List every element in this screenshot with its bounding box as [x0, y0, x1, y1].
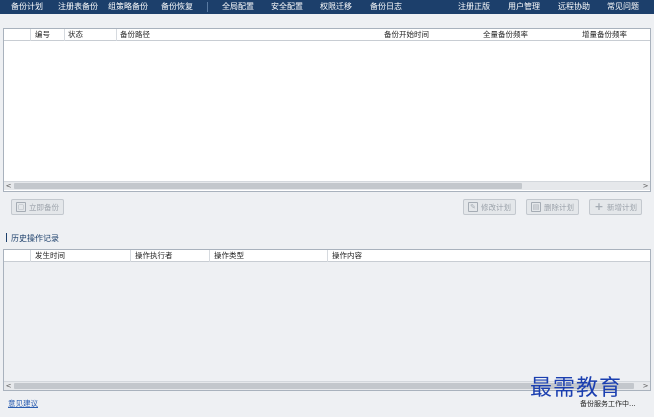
col-backup-path[interactable]: 备份路径: [120, 30, 150, 40]
watermark: 最需教育: [530, 376, 623, 401]
nav-divider: [207, 2, 208, 12]
delete-plan-button[interactable]: ▤ 删除计划: [526, 199, 579, 215]
trash-icon: ▤: [531, 202, 541, 212]
col-full-backup-frequency[interactable]: 全量备份频率: [483, 30, 528, 40]
backup-now-button[interactable]: ▢ 立即备份: [11, 199, 64, 215]
nav-remote-assist[interactable]: 远程协助: [558, 2, 590, 12]
col-occurred-time[interactable]: 发生时间: [35, 251, 65, 261]
nav-faq[interactable]: 常见问题: [607, 2, 639, 12]
scroll-right-arrow-icon[interactable]: >: [641, 182, 650, 190]
nav-register-license[interactable]: 注册正版: [458, 2, 490, 12]
nav-group-policy-backup[interactable]: 组策略备份: [108, 2, 148, 12]
scroll-left-arrow-icon[interactable]: <: [4, 382, 13, 390]
add-plan-button[interactable]: + 新增计划: [589, 199, 642, 215]
feedback-link[interactable]: 意见建议: [8, 398, 38, 409]
col-incremental-backup-frequency[interactable]: 增量备份频率: [582, 30, 627, 40]
scroll-left-arrow-icon[interactable]: <: [4, 182, 13, 190]
col-status[interactable]: 状态: [68, 30, 83, 40]
plus-icon: +: [594, 200, 604, 213]
scrollbar-thumb[interactable]: [14, 183, 522, 189]
col-backup-start-time[interactable]: 备份开始时间: [384, 30, 429, 40]
scroll-right-arrow-icon[interactable]: >: [641, 382, 650, 390]
plan-table-horizontal-scrollbar[interactable]: < >: [4, 181, 650, 190]
nav-registry-backup[interactable]: 注册表备份: [58, 2, 98, 12]
backup-plan-table[interactable]: 编号 状态 备份路径 备份开始时间 全量备份频率 增量备份频率 < >: [3, 28, 651, 192]
top-nav-bar: 备份计划 注册表备份 组策略备份 备份恢复 全局配置 安全配置 权限迁移 备份日…: [0, 0, 654, 14]
nav-global-config[interactable]: 全局配置: [222, 2, 254, 12]
nav-backup-plan[interactable]: 备份计划: [11, 2, 43, 12]
col-operation-content[interactable]: 操作内容: [332, 251, 362, 261]
history-table-header: 发生时间 操作执行者 操作类型 操作内容: [4, 250, 650, 262]
history-section-title: 历史操作记录: [6, 233, 59, 244]
nav-user-management[interactable]: 用户管理: [508, 2, 540, 12]
service-status-text: 备份服务工作中...: [580, 400, 636, 408]
edit-plan-button[interactable]: ✎ 修改计划: [463, 199, 516, 215]
nav-security-config[interactable]: 安全配置: [271, 2, 303, 12]
col-id[interactable]: 编号: [35, 30, 50, 40]
edit-icon: ✎: [468, 202, 478, 212]
col-operation-type[interactable]: 操作类型: [214, 251, 244, 261]
col-operator[interactable]: 操作执行者: [135, 251, 173, 261]
nav-permission-migration[interactable]: 权限迁移: [320, 2, 352, 12]
nav-backup-log[interactable]: 备份日志: [370, 2, 402, 12]
backup-plan-table-header: 编号 状态 备份路径 备份开始时间 全量备份频率 增量备份频率: [4, 29, 650, 41]
backup-icon: ▢: [16, 202, 26, 212]
nav-backup-restore[interactable]: 备份恢复: [161, 2, 193, 12]
